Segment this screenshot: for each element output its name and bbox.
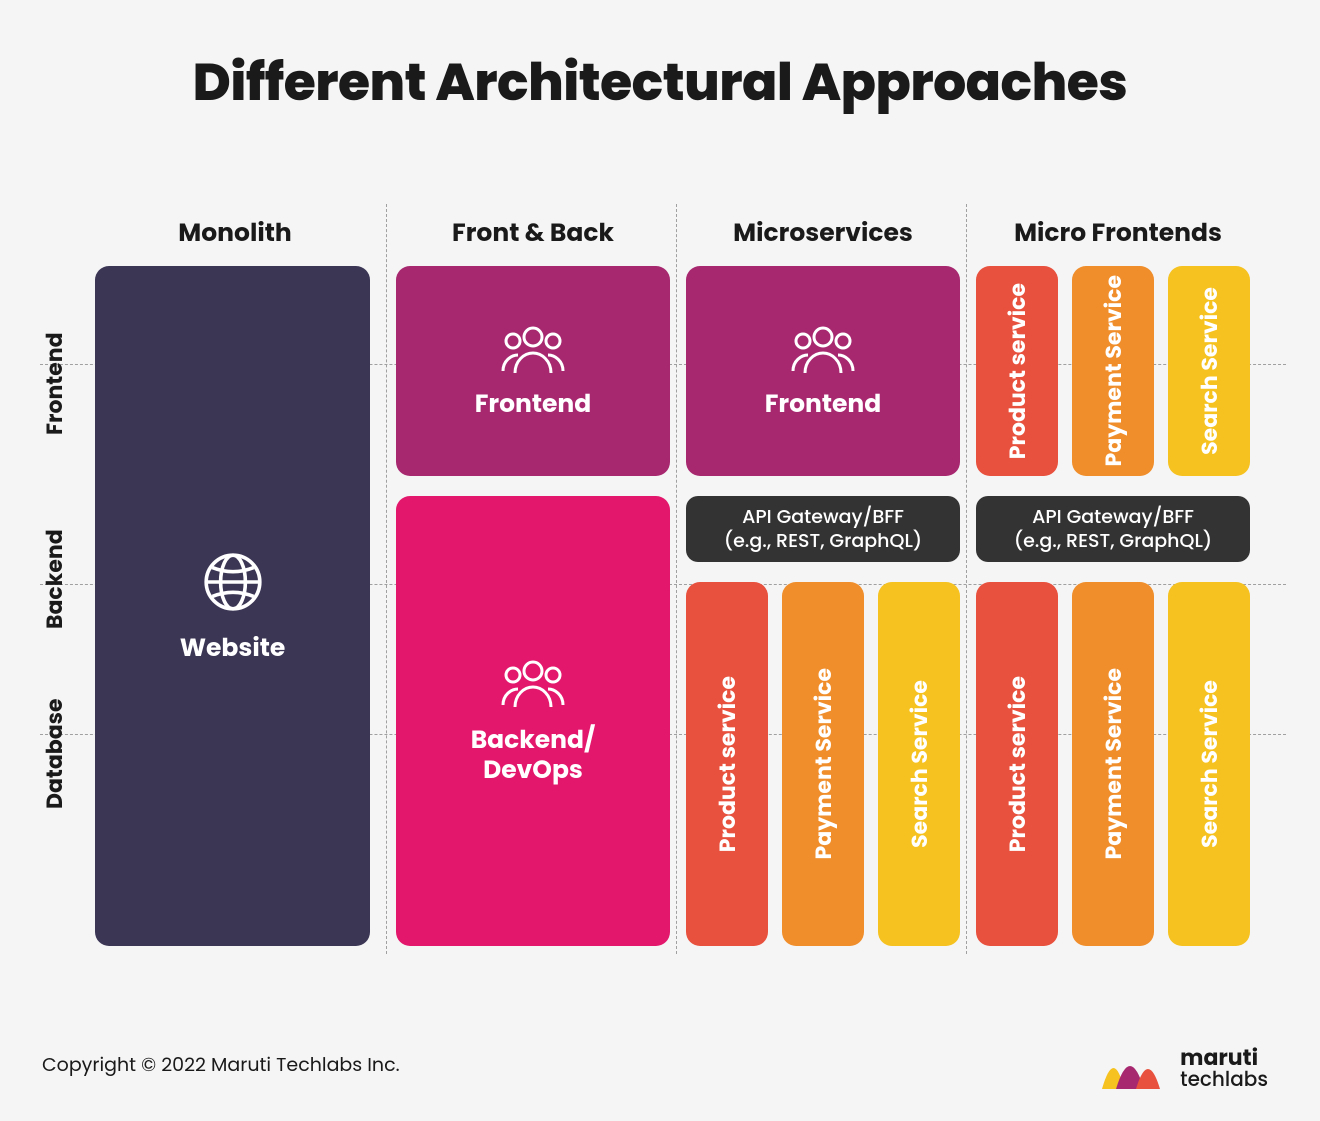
ms-gateway-line1: API Gateway/BFF: [742, 505, 904, 529]
team-icon: [495, 323, 571, 377]
brand-mark: maruti techlabs: [1096, 1045, 1268, 1091]
ms-svc-2: Search Service: [878, 582, 960, 946]
mf-fe-0-label: Product service: [1001, 283, 1034, 459]
mf-svc-1: Payment Service: [1072, 582, 1154, 946]
col-head-front-back: Front & Back: [396, 214, 670, 252]
ms-svc-0: Product service: [686, 582, 768, 946]
diagram-stage: Monolith Front & Back Microservices Micr…: [40, 204, 1286, 974]
mf-svc-2: Search Service: [1168, 582, 1250, 946]
fb-frontend-label: Frontend: [475, 389, 592, 419]
ms-gateway-card: API Gateway/BFF (e.g., REST, GraphQL): [686, 496, 960, 562]
mf-svc-0-label: Product service: [1001, 676, 1034, 852]
fb-frontend-card: Frontend: [396, 266, 670, 476]
ms-svc-0-label: Product service: [711, 676, 744, 852]
ms-svc-1: Payment Service: [782, 582, 864, 946]
mf-gateway-line2: (e.g., REST, GraphQL): [1014, 529, 1213, 553]
ms-frontend-label: Frontend: [765, 389, 882, 419]
row-label-database: Database: [38, 664, 71, 844]
mf-fe-1-label: Payment Service: [1097, 275, 1130, 466]
col-head-monolith: Monolith: [90, 214, 380, 252]
copyright: Copyright © 2022 Maruti Techlabs Inc.: [42, 1050, 400, 1079]
mf-fe-0: Product service: [976, 266, 1058, 476]
ms-svc-2-label: Search Service: [903, 680, 936, 848]
mf-fe-2-label: Search Service: [1193, 287, 1226, 455]
mf-gateway-line1: API Gateway/BFF: [1032, 505, 1194, 529]
mf-gateway-card: API Gateway/BFF (e.g., REST, GraphQL): [976, 496, 1250, 562]
ms-gateway-line2: (e.g., REST, GraphQL): [724, 529, 923, 553]
mf-fe-1: Payment Service: [1072, 266, 1154, 476]
col-head-microfrontends: Micro Frontends: [976, 214, 1260, 252]
mf-svc-1-label: Payment Service: [1097, 668, 1130, 859]
maruti-logo-icon: [1096, 1045, 1166, 1091]
brand-line2: techlabs: [1180, 1069, 1268, 1089]
team-icon: [785, 323, 861, 377]
mf-svc-0: Product service: [976, 582, 1058, 946]
row-label-frontend: Frontend: [38, 294, 71, 474]
fb-backend-card: Backend/ DevOps: [396, 496, 670, 946]
team-icon: [495, 657, 571, 711]
row-label-backend: Backend: [38, 504, 71, 654]
col-head-microservices: Microservices: [686, 214, 960, 252]
page-title: Different Architectural Approaches: [0, 44, 1320, 122]
ms-frontend-card: Frontend: [686, 266, 960, 476]
ms-svc-1-label: Payment Service: [807, 668, 840, 859]
globe-icon: [200, 549, 266, 615]
mf-fe-2: Search Service: [1168, 266, 1250, 476]
mf-svc-2-label: Search Service: [1193, 680, 1226, 848]
fb-backend-label: Backend/ DevOps: [471, 725, 596, 785]
brand-text: maruti techlabs: [1180, 1047, 1268, 1089]
monolith-label: Website: [180, 633, 286, 663]
monolith-card: Website: [95, 266, 370, 946]
